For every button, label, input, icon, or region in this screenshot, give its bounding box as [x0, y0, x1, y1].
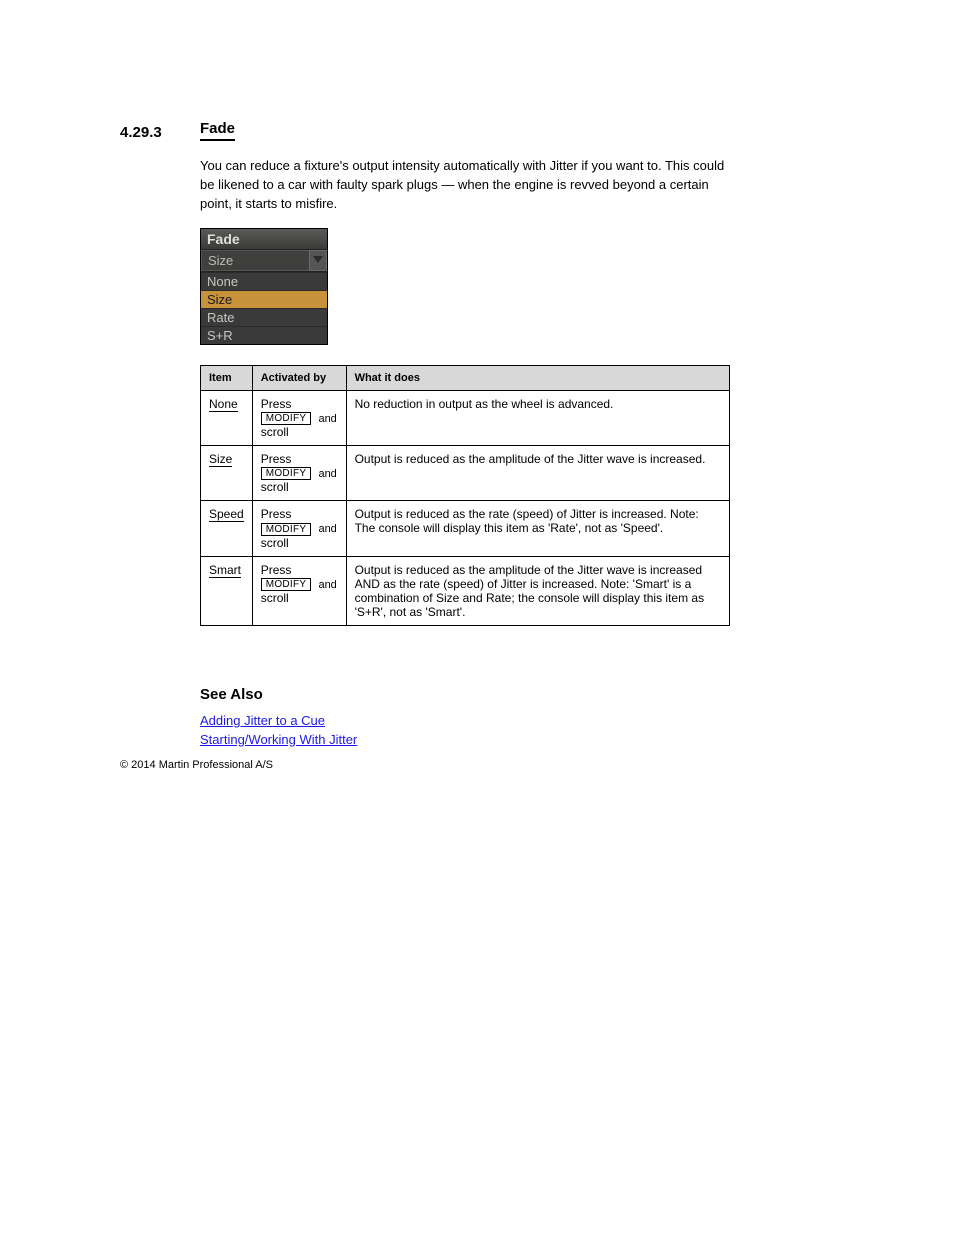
table-row: Speed Press MODIFY and scroll Output is … — [201, 501, 730, 556]
scroll-text: scroll — [261, 480, 289, 494]
scroll-text: scroll — [261, 536, 289, 550]
option-desc: Output is reduced as the rate (speed) of… — [346, 501, 729, 556]
dropdown-arrow-icon[interactable] — [309, 250, 327, 271]
see-also-heading: See Also — [200, 686, 834, 703]
fade-selected-value: Size — [201, 250, 309, 271]
activated-prefix: Press — [261, 563, 292, 577]
fade-select[interactable]: Size — [201, 250, 327, 272]
fade-option-none[interactable]: None — [201, 272, 327, 290]
and-text: and — [315, 468, 336, 480]
table-header-item: Item — [201, 365, 253, 390]
see-also-link-jitter-working[interactable]: Starting/Working With Jitter — [200, 732, 834, 747]
footer-copyright: © 2014 Martin Professional A/S — [120, 759, 273, 771]
fade-panel-title: Fade — [201, 229, 327, 250]
and-text: and — [315, 523, 336, 535]
activated-prefix: Press — [261, 507, 292, 521]
fade-dropdown-widget: Fade Size None Size Rate S+R — [200, 228, 328, 345]
table-header-desc: What it does — [346, 365, 729, 390]
modify-button-label: MODIFY — [261, 523, 312, 536]
activated-prefix: Press — [261, 397, 292, 411]
and-text: and — [315, 579, 336, 591]
option-name: Smart — [209, 563, 241, 578]
intro-paragraph: You can reduce a fixture's output intens… — [200, 157, 740, 214]
option-desc: Output is reduced as the amplitude of th… — [346, 445, 729, 500]
option-name: Speed — [209, 507, 244, 522]
table-row: None Press MODIFY and scroll No reductio… — [201, 390, 730, 445]
option-desc: Output is reduced as the amplitude of th… — [346, 556, 729, 625]
section-number: 4.29.3 — [120, 124, 162, 141]
table-row: Smart Press MODIFY and scroll Output is … — [201, 556, 730, 625]
activated-prefix: Press — [261, 452, 292, 466]
table-row: Size Press MODIFY and scroll Output is r… — [201, 445, 730, 500]
modify-button-label: MODIFY — [261, 412, 312, 425]
scroll-text: scroll — [261, 425, 289, 439]
option-name: None — [209, 397, 238, 412]
option-desc: No reduction in output as the wheel is a… — [346, 390, 729, 445]
fade-option-size[interactable]: Size — [201, 290, 327, 308]
section-title: Fade — [200, 120, 235, 141]
modify-button-label: MODIFY — [261, 578, 312, 591]
fade-option-list: None Size Rate S+R — [201, 272, 327, 344]
options-table: Item Activated by What it does None Pres… — [200, 365, 730, 626]
and-text: and — [315, 413, 336, 425]
option-name: Size — [209, 452, 232, 467]
scroll-text: scroll — [261, 591, 289, 605]
fade-option-sr[interactable]: S+R — [201, 326, 327, 344]
table-header-activated: Activated by — [252, 365, 346, 390]
see-also-link-jitter-cue[interactable]: Adding Jitter to a Cue — [200, 713, 834, 728]
fade-option-rate[interactable]: Rate — [201, 308, 327, 326]
modify-button-label: MODIFY — [261, 467, 312, 480]
